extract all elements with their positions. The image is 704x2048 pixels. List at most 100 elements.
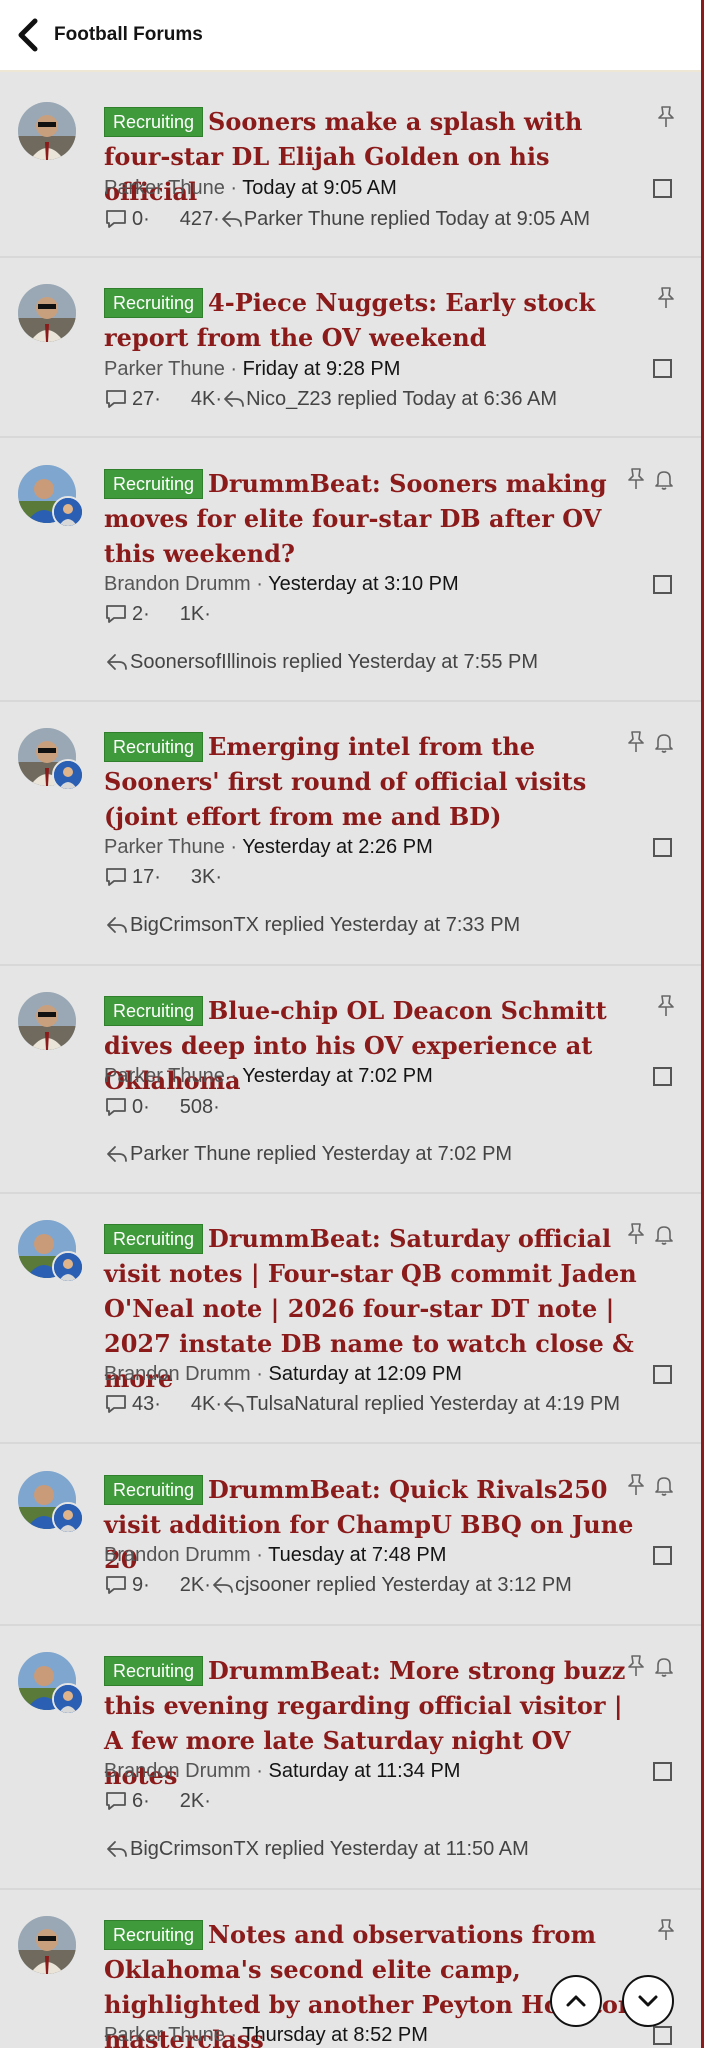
view-count: 2K	[179, 1574, 205, 1596]
thread-item[interactable]: Recruiting DrummBeat: Sooners making move…	[0, 438, 701, 702]
back-button[interactable]	[4, 0, 52, 71]
reply-count: 27	[132, 388, 155, 410]
thread-item[interactable]: Recruiting Emerging intel from the Sooner…	[0, 702, 701, 966]
view-count: 427	[179, 208, 214, 230]
last-reply[interactable]: Nico_Z23 replied Today at 6:36 AM	[222, 385, 557, 413]
last-reply-text: Parker Thune replied Yesterday at 7:02 P…	[130, 1143, 513, 1165]
thread-title-block: Recruiting 4-Piece Nuggets: Early stock r…	[104, 285, 649, 355]
comment-icon	[106, 1792, 126, 1810]
thread-author[interactable]: Parker Thune	[104, 177, 225, 199]
thread-item[interactable]: Recruiting Blue-chip OL Deacon Schmitt di…	[0, 966, 701, 1194]
pin-icon	[658, 106, 674, 127]
pin-icon	[658, 287, 674, 308]
avatar[interactable]	[18, 102, 76, 160]
prefix-label[interactable]: Recruiting	[104, 1224, 204, 1254]
thread-stats: 0 · 427 · Parker Thune replied Today at …	[104, 205, 590, 233]
last-reply[interactable]: Parker Thune replied Yesterday at 7:02 P…	[104, 1140, 512, 1168]
thread-author[interactable]: Parker Thune	[104, 358, 225, 380]
comment-icon	[106, 390, 126, 408]
prefix-label[interactable]: Recruiting	[104, 1920, 204, 1950]
thread-author[interactable]: Brandon Drumm	[104, 1760, 251, 1782]
thread-meta: Parker Thune · Thursday at 8:52 PM	[104, 2024, 428, 2046]
select-checkbox[interactable]	[653, 1762, 672, 1781]
thread-item[interactable]: Recruiting 4-Piece Nuggets: Early stock r…	[0, 258, 701, 438]
last-reply[interactable]: SoonersofIllinois replied Yesterday at 7…	[104, 648, 538, 676]
thread-author[interactable]: Brandon Drumm	[104, 1363, 251, 1385]
thread-date[interactable]: Tuesday at 7:48 PM	[268, 1544, 446, 1566]
view-count: 508	[179, 1096, 214, 1118]
bell-icon[interactable]	[653, 1473, 675, 1497]
thread-author[interactable]: Brandon Drumm	[104, 573, 251, 595]
reply-arrow-icon	[213, 1577, 233, 1593]
thread-stats: 2 · 1K ·	[104, 600, 211, 628]
select-checkbox[interactable]	[653, 1365, 672, 1384]
sub-avatar	[52, 1502, 84, 1534]
thread-item[interactable]: Recruiting Sooners make a splash with fou…	[0, 74, 701, 258]
thread-author[interactable]: Brandon Drumm	[104, 1544, 251, 1566]
avatar[interactable]	[18, 992, 76, 1050]
prefix-label[interactable]: Recruiting	[104, 1656, 204, 1686]
thread-date[interactable]: Saturday at 11:34 PM	[269, 1760, 461, 1782]
prefix-label[interactable]: Recruiting	[104, 469, 204, 499]
thread-stats: 17 · 3K ·	[104, 863, 222, 891]
last-reply[interactable]: cjsooner replied Yesterday at 3:12 PM	[211, 1571, 572, 1599]
thread-item[interactable]: Recruiting DrummBeat: Quick Rivals250 vis…	[0, 1444, 701, 1626]
thread-date[interactable]: Friday at 9:28 PM	[243, 358, 401, 380]
select-checkbox[interactable]	[653, 359, 672, 378]
thread-date[interactable]: Yesterday at 2:26 PM	[242, 836, 433, 858]
thread-date[interactable]: Thursday at 8:52 PM	[242, 2024, 428, 2046]
prefix-label[interactable]: Recruiting	[104, 996, 204, 1026]
thread-item[interactable]: Recruiting Notes and observations from Ok…	[0, 1890, 701, 2048]
thread-meta: Parker Thune · Yesterday at 7:02 PM	[104, 1065, 433, 1087]
reply-arrow-icon	[107, 654, 127, 670]
last-reply[interactable]: TulsaNatural replied Yesterday at 4:19 P…	[222, 1390, 620, 1418]
select-checkbox[interactable]	[653, 838, 672, 857]
reply-count: 6	[132, 1790, 144, 1812]
thread-date[interactable]: Yesterday at 7:02 PM	[242, 1065, 433, 1087]
reply-arrow-icon	[107, 917, 127, 933]
thread-item[interactable]: Recruiting DrummBeat: Saturday official v…	[0, 1194, 701, 1444]
thread-date[interactable]: Saturday at 12:09 PM	[269, 1363, 462, 1385]
scroll-to-bottom-button[interactable]	[622, 1975, 674, 2027]
bell-icon[interactable]	[653, 730, 675, 754]
bell-icon[interactable]	[653, 467, 675, 491]
comment-icon	[106, 210, 126, 228]
reply-count: 2	[132, 603, 144, 625]
select-checkbox[interactable]	[653, 1067, 672, 1086]
reply-count: 0	[132, 208, 144, 230]
prefix-label[interactable]: Recruiting	[104, 107, 204, 137]
thread-author[interactable]: Parker Thune	[104, 836, 225, 858]
select-checkbox[interactable]	[653, 1546, 672, 1565]
thread-item[interactable]: Recruiting DrummBeat: More strong buzz th…	[0, 1626, 701, 1890]
avatar[interactable]	[18, 1916, 76, 1974]
bell-icon[interactable]	[653, 1222, 675, 1246]
thread-date[interactable]: Yesterday at 3:10 PM	[268, 573, 459, 595]
page-title: Football Forums	[54, 24, 203, 45]
thread-author[interactable]: Parker Thune	[104, 1065, 225, 1087]
reply-arrow-icon	[107, 1841, 127, 1857]
thread-meta: Parker Thune · Yesterday at 2:26 PM	[104, 836, 433, 858]
thread-author[interactable]: Parker Thune	[104, 2024, 225, 2046]
last-reply-text: BigCrimsonTX replied Yesterday at 7:33 P…	[130, 914, 521, 936]
prefix-label[interactable]: Recruiting	[104, 1475, 204, 1505]
reply-arrow-icon	[224, 391, 244, 407]
comment-icon	[106, 605, 126, 623]
last-reply[interactable]: BigCrimsonTX replied Yesterday at 11:50 …	[104, 1835, 529, 1863]
comment-icon	[106, 1098, 126, 1116]
comment-icon	[106, 1576, 126, 1594]
last-reply[interactable]: BigCrimsonTX replied Yesterday at 7:33 P…	[104, 911, 520, 939]
last-reply[interactable]: Parker Thune replied Today at 9:05 AM	[220, 205, 590, 233]
select-checkbox[interactable]	[653, 179, 672, 198]
thread-date[interactable]: Today at 9:05 AM	[242, 177, 397, 199]
thread-stats: 6 · 2K ·	[104, 1787, 211, 1815]
thread-stats: 0 · 508 ·	[104, 1093, 220, 1121]
pin-icon	[628, 731, 644, 752]
thread-meta: Brandon Drumm · Saturday at 11:34 PM	[104, 1760, 461, 1782]
scroll-to-top-button[interactable]	[550, 1975, 602, 2027]
prefix-label[interactable]: Recruiting	[104, 732, 204, 762]
select-checkbox[interactable]	[653, 2026, 672, 2045]
select-checkbox[interactable]	[653, 575, 672, 594]
prefix-label[interactable]: Recruiting	[104, 288, 204, 318]
avatar[interactable]	[18, 284, 76, 342]
bell-icon[interactable]	[653, 1654, 675, 1678]
